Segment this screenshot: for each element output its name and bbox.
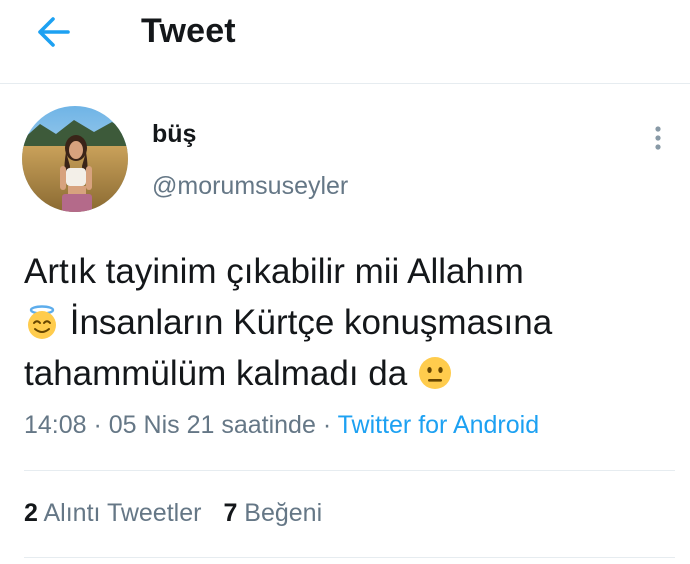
tweet-source-link[interactable]: Twitter for Android <box>338 411 539 439</box>
tweet-text: Artık tayinim çıkabilir mii Allahım İnsa… <box>24 246 674 399</box>
like-count: 7 <box>223 499 238 527</box>
neutral-face-emoji-icon <box>417 354 453 390</box>
tweet-date: 05 Nis 21 saatinde <box>108 411 316 439</box>
more-options-icon[interactable] <box>648 124 668 154</box>
meta-separator: · <box>86 411 109 439</box>
meta-separator: · <box>315 411 338 439</box>
back-arrow-icon[interactable] <box>34 14 74 50</box>
tweet-text-line2: İnsanların Kürtçe konuşmasına <box>60 303 553 342</box>
divider <box>24 470 675 471</box>
quote-tweets-stat[interactable]: 2 Alıntı Tweetler <box>24 499 201 527</box>
tweet-stats: 2 Alıntı Tweetler 7 Beğeni <box>24 499 322 528</box>
tweet-text-line1: Artık tayinim çıkabilir mii Allahım <box>24 252 524 291</box>
quote-count: 2 <box>24 499 38 527</box>
like-label: Beğeni <box>244 499 323 527</box>
tweet-text-line3: tahammülüm kalmadı da <box>24 354 417 393</box>
quote-label: Alıntı Tweetler <box>43 499 202 527</box>
page-title: Tweet <box>141 12 236 50</box>
avatar[interactable] <box>22 106 128 212</box>
divider <box>24 557 675 558</box>
tweet-time: 14:08 <box>24 411 87 439</box>
halo-face-emoji-icon <box>24 303 60 339</box>
author-display-name[interactable]: büş <box>152 120 196 149</box>
author-handle[interactable]: @morumsuseyler <box>152 172 348 201</box>
likes-stat[interactable]: 7 Beğeni <box>223 499 322 527</box>
tweet-meta: 14:08 · 05 Nis 21 saatinde · Twitter for… <box>24 411 539 440</box>
top-bar: Tweet <box>0 0 690 84</box>
